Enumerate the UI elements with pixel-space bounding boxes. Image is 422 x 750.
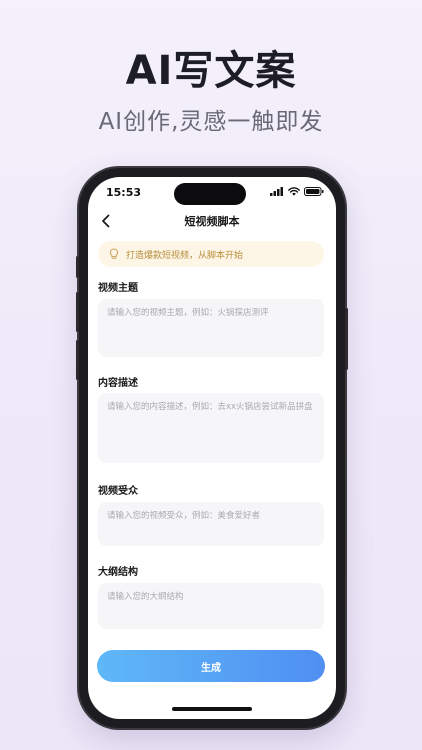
audience-input[interactable]: 请输入您的视频受众，例如：美食爱好者 [98,502,324,546]
mute-switch [76,256,79,278]
tip-banner: 打造爆款短视频，从脚本开始 [98,241,324,267]
wifi-icon [288,187,300,196]
field-label-topic: 视频主题 [98,283,138,294]
phone-screen: 15:53 短视频脚本 打造爆款短视频，从脚本开始 视频主题 请输入您的视频主题… [88,177,336,719]
status-bar: 15:53 [88,177,336,207]
phone-frame: 15:53 短视频脚本 打造爆款短视频，从脚本开始 视频主题 请输入您的视频主题… [76,168,348,728]
battery-icon [304,187,324,196]
hero-title: AI写文案 [125,48,297,94]
hero-subtitle: AI创作,灵感一触即发 [98,109,324,135]
home-indicator [172,707,252,711]
tip-text: 打造爆款短视频，从脚本开始 [126,250,244,261]
signal-icon [270,187,283,196]
volume-down-button [76,340,79,380]
status-time: 15:53 [106,186,142,199]
page-title: 短视频脚本 [184,215,240,228]
field-label-outline: 大纲结构 [98,567,138,578]
volume-up-button [76,292,79,332]
description-input[interactable]: 请输入您的内容描述，例如：去xx火锅店尝试新品拼盘 [98,393,324,463]
field-label-description: 内容描述 [98,378,138,389]
generate-button[interactable]: 生成 [97,650,325,682]
status-icons [270,187,324,196]
outline-input[interactable]: 请输入您的大纲结构 [98,583,324,629]
topic-input[interactable]: 请输入您的视频主题，例如：火锅探店测评 [98,299,324,357]
lightbulb-icon [109,248,119,259]
power-button [345,308,348,370]
nav-bar: 短视频脚本 [88,207,336,235]
field-label-audience: 视频受众 [98,486,138,497]
dynamic-island [174,183,246,205]
